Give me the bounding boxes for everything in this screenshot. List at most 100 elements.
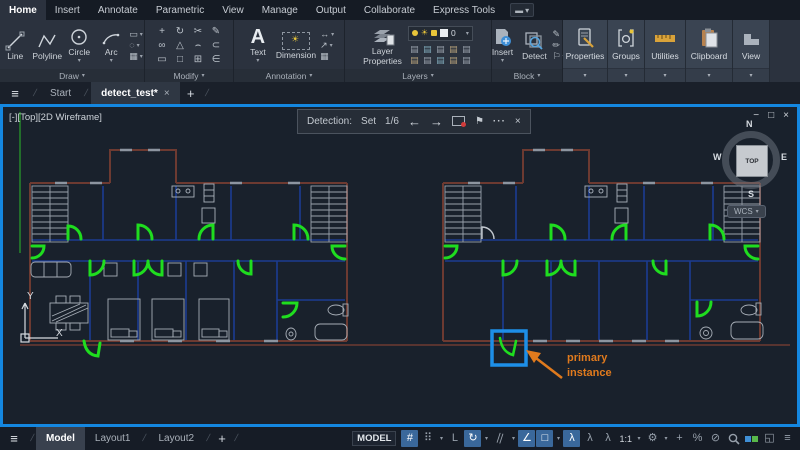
wcs-dropdown[interactable]: WCS ▾ bbox=[727, 205, 766, 218]
model-space-indicator[interactable]: MODEL bbox=[352, 431, 397, 446]
chevron-down-icon[interactable]: ▾ bbox=[137, 43, 140, 49]
rectangle-icon[interactable]: ▭ bbox=[129, 30, 138, 39]
erase-icon[interactable]: ✎ bbox=[212, 26, 220, 37]
panel-label-annotation[interactable]: Annotation ▾ bbox=[234, 69, 344, 82]
leader-icon[interactable]: ↗ bbox=[320, 41, 328, 50]
panel-label-modify[interactable]: Modify ▾ bbox=[145, 69, 233, 82]
ellipse-icon[interactable]: ◌ bbox=[129, 41, 134, 50]
hardware-acceleration-toggle[interactable] bbox=[743, 430, 760, 447]
mirror-icon[interactable]: △ bbox=[176, 40, 184, 51]
move-icon[interactable]: + bbox=[159, 26, 165, 37]
panel-properties[interactable]: Properties ▾ bbox=[563, 20, 608, 82]
isolate-objects-toggle[interactable]: ⊘ bbox=[707, 430, 724, 447]
panel-view[interactable]: View ▾ bbox=[733, 20, 770, 82]
layer-tool-icon[interactable]: ▤ bbox=[423, 44, 432, 55]
ribbon-tab-output[interactable]: Output bbox=[307, 0, 355, 20]
close-icon[interactable]: × bbox=[515, 116, 521, 127]
file-tab-start[interactable]: Start bbox=[40, 82, 81, 104]
object-snap-tracking-toggle[interactable]: ∠ bbox=[518, 430, 536, 447]
polar-tracking-toggle[interactable]: ↻ bbox=[464, 430, 482, 447]
chevron-down-icon[interactable]: ▾ bbox=[645, 68, 685, 82]
chevron-down-icon[interactable]: ▾ bbox=[554, 430, 562, 447]
linear-dim-icon[interactable]: ↔ bbox=[320, 30, 329, 39]
layer-tool-icon[interactable]: ▤ bbox=[423, 55, 432, 66]
chevron-down-icon[interactable]: ▾ bbox=[140, 32, 143, 38]
chevron-down-icon[interactable]: ▾ bbox=[733, 68, 769, 82]
annotation-autoscale-toggle[interactable]: λ bbox=[581, 430, 598, 447]
insert-button[interactable]: Insert ▾ bbox=[488, 27, 516, 64]
ribbon-tab-collaborate[interactable]: Collaborate bbox=[355, 0, 424, 20]
review-monitor-icon[interactable] bbox=[451, 116, 466, 127]
annotation-monitor-toggle[interactable]: + bbox=[671, 430, 688, 447]
ribbon-tab-manage[interactable]: Manage bbox=[253, 0, 307, 20]
ribbon-tab-view[interactable]: View bbox=[213, 0, 253, 20]
chevron-down-icon[interactable]: ▾ bbox=[686, 68, 732, 82]
viewcube-west[interactable]: W bbox=[713, 152, 722, 162]
ortho-toggle[interactable]: L bbox=[446, 430, 463, 447]
ribbon-tab-express-tools[interactable]: Express Tools bbox=[424, 0, 504, 20]
clean-screen-toggle[interactable]: ◱ bbox=[761, 430, 778, 447]
scale-icon[interactable]: □ bbox=[177, 54, 183, 65]
file-tab-detect-test[interactable]: detect_test* × bbox=[91, 82, 180, 104]
magnifier-icon[interactable] bbox=[725, 430, 742, 447]
lengthen-icon[interactable]: ∈ bbox=[212, 54, 221, 65]
flag-icon[interactable]: ⚑ bbox=[475, 116, 484, 127]
chevron-down-icon[interactable]: ▾ bbox=[331, 32, 334, 38]
rotate-icon[interactable]: ↻ bbox=[176, 26, 184, 37]
offset-icon[interactable]: ⊂ bbox=[212, 40, 220, 51]
chevron-down-icon[interactable]: ▾ bbox=[437, 430, 445, 447]
chevron-down-icon[interactable]: ▾ bbox=[635, 430, 643, 447]
layer-tool-icon[interactable]: ▤ bbox=[436, 55, 445, 66]
viewcube-north[interactable]: N bbox=[746, 119, 753, 129]
viewcube-top-face[interactable]: TOP bbox=[736, 145, 768, 177]
block-flag-icon[interactable]: ⚐ bbox=[552, 52, 560, 61]
tab-model[interactable]: Model bbox=[36, 427, 85, 450]
arc-button[interactable]: Arc ▾ bbox=[97, 27, 125, 64]
panel-utilities[interactable]: Utilities ▾ bbox=[645, 20, 686, 82]
trim-icon[interactable]: ✂ bbox=[194, 26, 202, 37]
layer-tool-icon[interactable]: ▤ bbox=[462, 55, 471, 66]
table-icon[interactable]: ▦ bbox=[320, 52, 329, 61]
hatch-icon[interactable]: ▦ bbox=[129, 52, 138, 61]
file-tab-menu-icon[interactable]: ≡ bbox=[0, 82, 30, 104]
new-tab-button[interactable]: + bbox=[180, 82, 202, 104]
stretch-icon[interactable]: ▭ bbox=[157, 54, 166, 65]
chevron-down-icon[interactable]: ▾ bbox=[482, 430, 490, 447]
text-button[interactable]: A Text ▾ bbox=[244, 27, 272, 64]
panel-label-layers[interactable]: Layers ▾ bbox=[345, 69, 491, 82]
workspace-gear-icon[interactable]: ⚙ bbox=[644, 430, 661, 447]
layer-properties-button[interactable]: Layer Properties bbox=[363, 26, 402, 65]
panel-label-block[interactable]: Block ▾ bbox=[492, 69, 562, 82]
chevron-down-icon[interactable]: ▾ bbox=[608, 68, 644, 82]
viewport-controls-label[interactable]: [-][Top][2D Wireframe] bbox=[9, 112, 102, 123]
annotation-scale-icon[interactable]: λ bbox=[599, 430, 616, 447]
chevron-down-icon[interactable]: ▾ bbox=[509, 430, 517, 447]
array-icon[interactable]: ⊞ bbox=[194, 54, 202, 65]
chevron-down-icon[interactable]: ▾ bbox=[563, 68, 607, 82]
copy-icon[interactable]: ∞ bbox=[158, 40, 165, 51]
layout-menu-icon[interactable]: ≡ bbox=[0, 427, 28, 450]
detected-door-instances[interactable] bbox=[30, 223, 347, 358]
dimension-button[interactable]: ☀ Dimension bbox=[276, 31, 316, 60]
model-space-viewport[interactable]: Y X [-][Top][2D Wireframe] − □ × Detecti… bbox=[0, 104, 800, 427]
circle-button[interactable]: Circle ▾ bbox=[65, 27, 93, 64]
block-edit-icon[interactable]: ✎ bbox=[552, 30, 560, 39]
close-icon[interactable]: × bbox=[164, 88, 170, 99]
tab-layout1[interactable]: Layout1 bbox=[85, 427, 141, 450]
next-instance-icon[interactable]: → bbox=[430, 115, 443, 128]
ribbon-tab-insert[interactable]: Insert bbox=[46, 0, 89, 20]
ribbon-display-toggle[interactable]: ▬ ▾ bbox=[510, 3, 535, 17]
grid-toggle[interactable]: # bbox=[401, 430, 419, 447]
selection-cycling-toggle[interactable]: % bbox=[689, 430, 706, 447]
layer-tool-icon[interactable]: ▤ bbox=[410, 44, 419, 55]
detect-button[interactable]: Detect bbox=[520, 31, 548, 61]
previous-instance-icon[interactable]: ← bbox=[408, 115, 421, 128]
ribbon-tab-home[interactable]: Home bbox=[0, 0, 46, 20]
more-options-icon[interactable]: ··· bbox=[493, 116, 506, 127]
viewcube[interactable]: TOP N W E S WCS ▾ bbox=[713, 119, 789, 223]
primary-instance-box[interactable] bbox=[490, 329, 528, 367]
detected-door-instances[interactable] bbox=[443, 223, 760, 318]
panel-groups[interactable]: Groups ▾ bbox=[608, 20, 645, 82]
ribbon-tab-parametric[interactable]: Parametric bbox=[147, 0, 213, 20]
annotation-scale-value[interactable]: 1:1 bbox=[617, 434, 634, 444]
